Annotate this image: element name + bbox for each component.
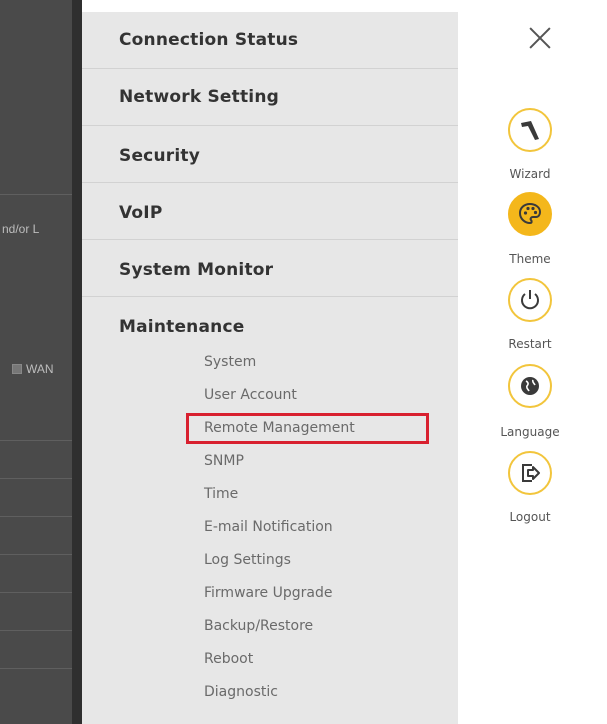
wizard-icon (521, 121, 539, 140)
menu-item-label: Maintenance (119, 317, 245, 337)
background-divider (0, 516, 80, 517)
submenu-item-reboot[interactable]: Reboot (204, 651, 253, 667)
close-icon[interactable] (528, 26, 552, 50)
menu-item-network-setting[interactable]: Network Setting (82, 69, 458, 126)
menu-item-label: System Monitor (119, 260, 274, 280)
language-button[interactable] (508, 364, 552, 408)
globe-icon (521, 377, 539, 395)
submenu-item-snmp[interactable]: SNMP (204, 453, 244, 469)
submenu-item-backup-restore[interactable]: Backup/Restore (204, 618, 313, 634)
menu-item-label: Security (119, 146, 200, 166)
main-menu: Connection Status Network Setting Securi… (82, 12, 458, 724)
menu-item-maintenance[interactable]: Maintenance (82, 297, 458, 724)
submenu-item-user-account[interactable]: User Account (204, 387, 297, 403)
logout-icon (522, 464, 540, 482)
background-divider (0, 554, 80, 555)
submenu-item-diagnostic[interactable]: Diagnostic (204, 684, 278, 700)
background-wan-label: WAN (26, 362, 54, 376)
background-divider (0, 592, 80, 593)
quick-action-bar: Wizard Theme Restart Language Logout (458, 12, 607, 724)
submenu-item-firmware-upgrade[interactable]: Firmware Upgrade (204, 585, 332, 601)
wizard-label: Wizard (509, 167, 551, 181)
power-icon (521, 290, 539, 310)
menu-item-voip[interactable]: VoIP (82, 183, 458, 240)
submenu-item-time[interactable]: Time (204, 486, 238, 502)
menu-item-label: Network Setting (119, 87, 280, 107)
background-divider (0, 194, 80, 195)
theme-button[interactable] (508, 192, 552, 236)
background-divider (0, 478, 80, 479)
submenu-item-log-settings[interactable]: Log Settings (204, 552, 291, 568)
logout-label: Logout (509, 510, 551, 524)
menu-shadow (72, 0, 82, 724)
restart-label: Restart (508, 337, 552, 351)
submenu-item-system[interactable]: System (204, 354, 256, 370)
theme-icon (518, 202, 542, 225)
background-divider (0, 668, 80, 669)
background-page: nd/or L WAN (0, 0, 80, 724)
theme-label: Theme (509, 252, 551, 266)
background-partial-text: nd/or L (2, 222, 40, 236)
menu-item-connection-status[interactable]: Connection Status (82, 12, 458, 69)
menu-item-label: Connection Status (119, 30, 299, 50)
restart-button[interactable] (508, 278, 552, 322)
checkbox-icon (12, 364, 22, 374)
menu-item-security[interactable]: Security (82, 126, 458, 183)
background-wan-option: WAN (12, 362, 54, 376)
wizard-button[interactable] (508, 108, 552, 152)
background-divider (0, 630, 80, 631)
logout-button[interactable] (508, 451, 552, 495)
language-label: Language (500, 425, 560, 439)
background-divider (0, 440, 80, 441)
menu-item-system-monitor[interactable]: System Monitor (82, 240, 458, 297)
submenu-item-remote-management[interactable]: Remote Management (204, 420, 355, 436)
menu-item-label: VoIP (119, 203, 163, 223)
submenu-item-email-notification[interactable]: E-mail Notification (204, 519, 333, 535)
